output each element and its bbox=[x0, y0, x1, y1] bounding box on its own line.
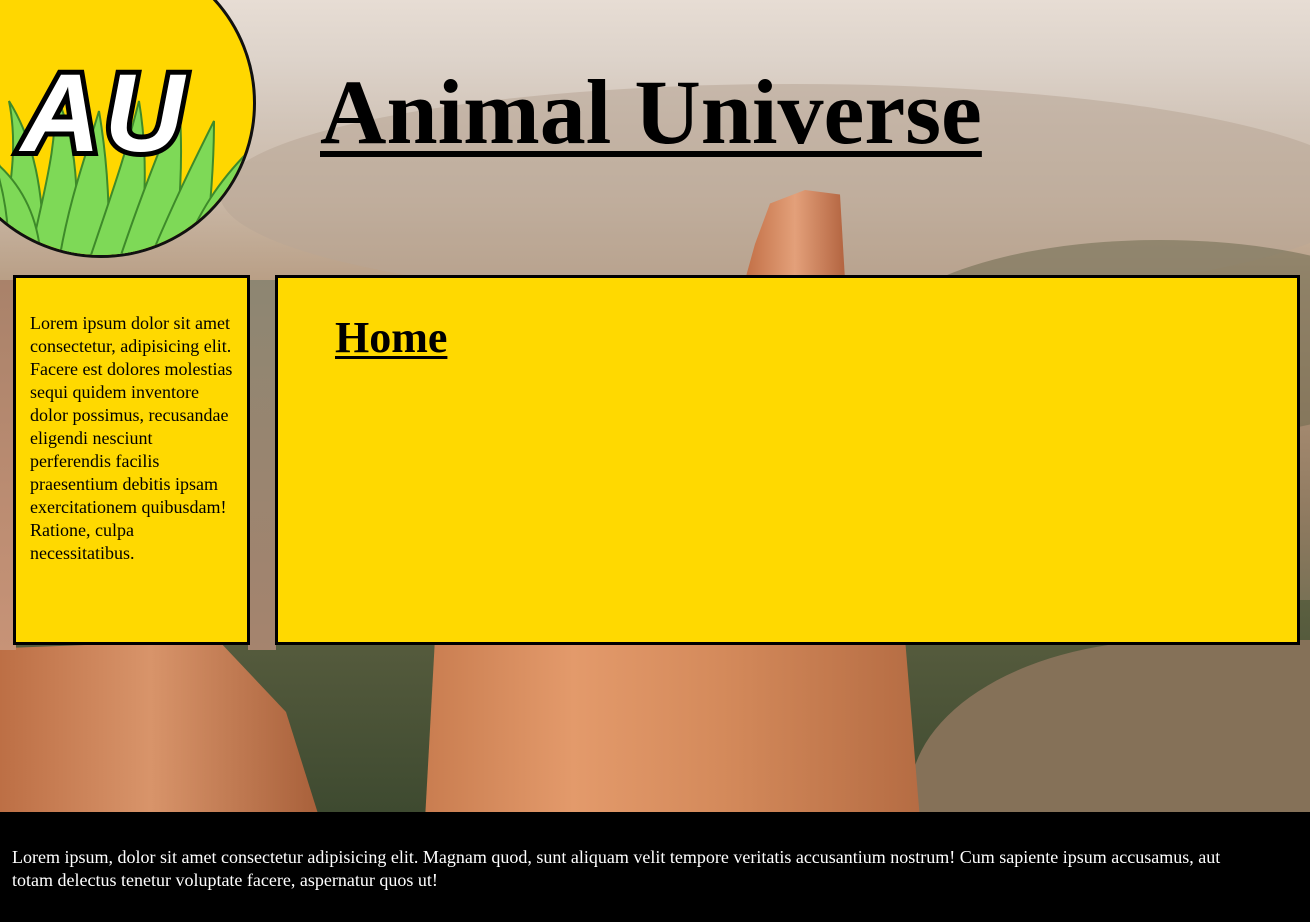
page-heading: Home bbox=[335, 313, 448, 362]
sidebar: Lorem ipsum dolor sit amet consectetur, … bbox=[13, 275, 250, 645]
au-grass-logo-icon: AU bbox=[0, 47, 251, 255]
svg-text:AU: AU bbox=[18, 52, 188, 175]
footer-text: Lorem ipsum, dolor sit amet consectetur … bbox=[12, 847, 1221, 890]
site-logo[interactable]: AU bbox=[0, 0, 256, 258]
main-content: Home bbox=[275, 275, 1300, 645]
sidebar-text: Lorem ipsum dolor sit amet consectetur, … bbox=[30, 313, 233, 563]
footer: Lorem ipsum, dolor sit amet consectetur … bbox=[0, 812, 1310, 922]
site-title: Animal Universe bbox=[320, 61, 982, 163]
